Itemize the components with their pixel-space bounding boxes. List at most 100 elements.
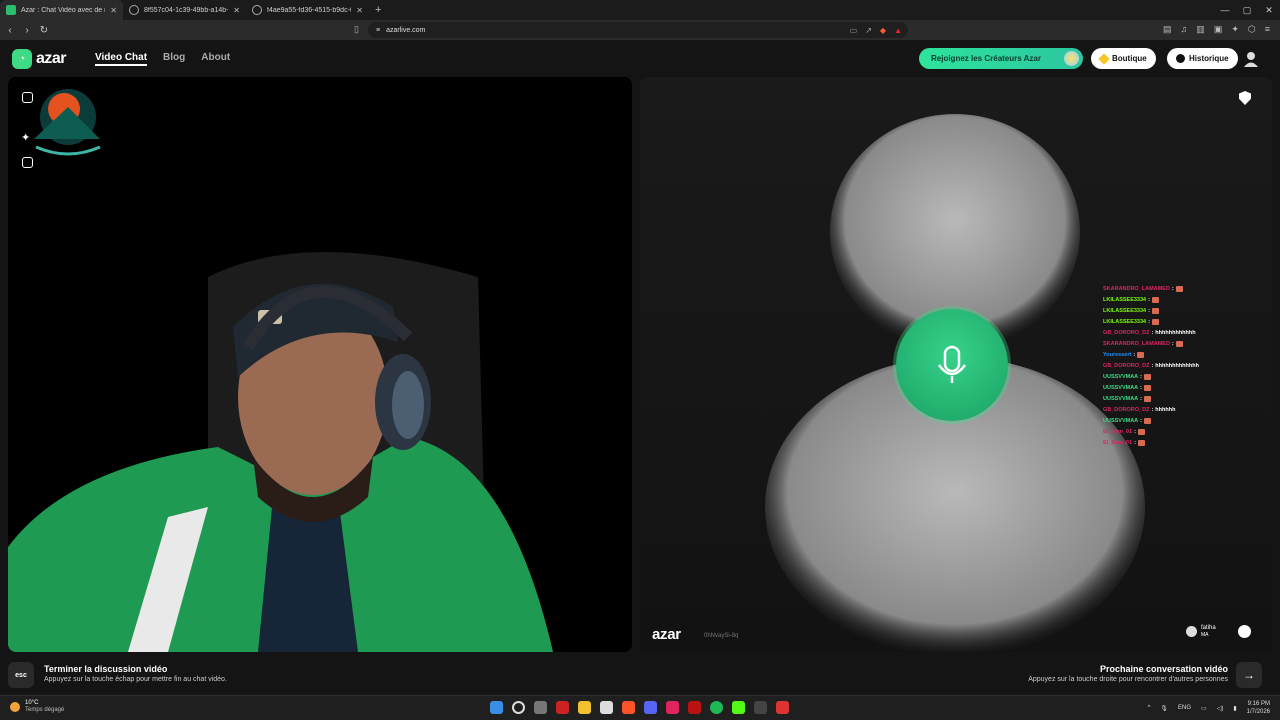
maximize-icon[interactable]: ▢ bbox=[1236, 5, 1258, 16]
shop-button[interactable]: Boutique bbox=[1091, 48, 1156, 69]
app-icon[interactable] bbox=[666, 701, 679, 714]
peer-info[interactable]: fatiha MA bbox=[1186, 625, 1216, 638]
browser-tab[interactable]: f4ae9a55-fd36-4515-b9dc-0f1f0a65 ✕ bbox=[246, 0, 369, 20]
app-icon[interactable] bbox=[754, 701, 767, 714]
nav-about[interactable]: About bbox=[201, 52, 230, 66]
controls-bar: esc Terminer la discussion vidéo Appuyez… bbox=[0, 652, 1280, 695]
system-tray: ^ 🎙 ENG ▭ ◁) ▮ 9:16 PM 1/7/2026 bbox=[1148, 700, 1270, 716]
close-window-icon[interactable]: ✕ bbox=[1258, 5, 1280, 16]
clock[interactable]: 9:16 PM 1/7/2026 bbox=[1247, 700, 1270, 716]
reload-icon[interactable]: ↻ bbox=[37, 25, 51, 36]
tab-title: f4ae9a55-fd36-4515-b9dc-0f1f0a65 bbox=[267, 6, 351, 14]
app-icon[interactable] bbox=[688, 701, 701, 714]
chat-username: El_Sam_01 bbox=[1103, 428, 1133, 435]
address-bar[interactable]: ≡ azarlive.com ▭ ↗ ◆ ▲ bbox=[368, 22, 908, 38]
share-icon[interactable]: ↗ bbox=[865, 26, 872, 35]
emote-icon bbox=[1175, 285, 1183, 292]
url-text: azarlive.com bbox=[386, 26, 426, 34]
file-explorer-icon[interactable] bbox=[578, 701, 591, 714]
discord-icon[interactable] bbox=[644, 701, 657, 714]
creators-badge-icon bbox=[1064, 51, 1079, 66]
chat-message: UUSSVVMAA: bbox=[1103, 371, 1253, 382]
task-view-icon[interactable] bbox=[534, 701, 547, 714]
tray-chevron-icon[interactable]: ^ bbox=[1148, 705, 1151, 711]
nav-video-chat[interactable]: Video Chat bbox=[95, 52, 148, 66]
chat-username: GB_DORORO_DZ bbox=[1103, 329, 1150, 336]
nav-blog[interactable]: Blog bbox=[163, 52, 185, 66]
weather-widget[interactable]: 10°C Temps dégagé bbox=[10, 700, 64, 714]
play-icon[interactable] bbox=[732, 701, 745, 714]
search-icon[interactable] bbox=[512, 701, 525, 714]
profile-icon[interactable] bbox=[1242, 50, 1260, 68]
chat-message: Youressert: bbox=[1103, 349, 1253, 360]
vpn-icon[interactable]: ⬡ bbox=[1248, 24, 1256, 35]
azar-watermark: azar bbox=[652, 626, 681, 643]
end-chat-button[interactable]: esc bbox=[8, 662, 34, 688]
expand-icon[interactable] bbox=[22, 92, 33, 103]
temperature: 10°C bbox=[25, 700, 39, 706]
chat-text: hhhhhhhhhhhh bbox=[1155, 329, 1196, 336]
end-chat-hint: Appuyez sur la touche échap pour mettre … bbox=[44, 676, 227, 683]
chat-username: LKILASSEE3334 bbox=[1103, 296, 1147, 303]
network-icon[interactable]: ▭ bbox=[1201, 705, 1207, 712]
chat-username: UUSSVVMAA bbox=[1103, 395, 1139, 402]
spotify-icon[interactable] bbox=[710, 701, 723, 714]
next-chat-hint: Appuyez sur la touche droite pour rencon… bbox=[1028, 676, 1228, 683]
chat-username: GB_DORORO_DZ bbox=[1103, 362, 1150, 369]
minimize-icon[interactable]: — bbox=[1214, 5, 1236, 15]
music-icon[interactable]: ♫ bbox=[1181, 24, 1188, 35]
ai-icon[interactable]: ✦ bbox=[1231, 24, 1239, 35]
panel-icon[interactable]: ▥ bbox=[1196, 24, 1205, 35]
tab-title: Azar : Chat Vidéo avec de no bbox=[21, 6, 106, 14]
shop-label: Boutique bbox=[1112, 54, 1147, 63]
browser-toolbar: ‹ › ↻ ▯ ≡ azarlive.com ▭ ↗ ◆ ▲ ▤ ♫ ▥ ▣ ✦… bbox=[0, 20, 1280, 40]
taskbar-apps bbox=[490, 701, 789, 714]
store-icon[interactable] bbox=[600, 701, 613, 714]
forward-icon[interactable]: › bbox=[20, 25, 34, 36]
chat-bubble-icon[interactable] bbox=[1238, 625, 1251, 638]
end-chat-title: Terminer la discussion vidéo bbox=[44, 664, 168, 674]
microphone-button[interactable] bbox=[896, 309, 1008, 421]
sidebar-icon[interactable]: ▤ bbox=[1163, 24, 1172, 35]
history-button[interactable]: Historique bbox=[1167, 48, 1238, 69]
back-icon[interactable]: ‹ bbox=[3, 25, 17, 36]
new-tab-button[interactable]: + bbox=[369, 4, 387, 16]
menu-icon[interactable]: ≡ bbox=[1265, 24, 1270, 35]
browser-tab[interactable]: 8f557c04-1c39-49bb-a14b-3cadf17 ✕ bbox=[123, 0, 246, 20]
chat-message: LKILASSEE3334: bbox=[1103, 305, 1253, 316]
chat-separator: : bbox=[1171, 340, 1174, 347]
cast-icon[interactable]: ▭ bbox=[850, 26, 858, 35]
language[interactable]: ENG bbox=[1178, 705, 1191, 711]
sparkle-filter-icon[interactable]: ✦ bbox=[21, 131, 30, 144]
brave-icon[interactable] bbox=[622, 701, 635, 714]
azar-logo[interactable]: ◔ azar bbox=[12, 49, 67, 69]
browser-tab[interactable]: Azar : Chat Vidéo avec de no ✕ bbox=[0, 0, 123, 20]
brave-shield-icon[interactable]: ◆ bbox=[880, 26, 886, 35]
join-creators-button[interactable]: Rejoignez les Créateurs Azar bbox=[919, 48, 1083, 69]
next-chat-button[interactable]: → bbox=[1236, 662, 1262, 688]
chat-username: SKARANDRO_LAMAMED bbox=[1103, 340, 1170, 347]
face-filter-icon[interactable] bbox=[22, 157, 33, 168]
bookmark-icon[interactable]: ▯ bbox=[354, 24, 359, 35]
site-info-icon[interactable]: ≡ bbox=[376, 27, 380, 34]
close-tab-icon[interactable]: ✕ bbox=[233, 6, 240, 15]
camera-feed bbox=[8, 77, 632, 652]
windows-start-icon[interactable] bbox=[490, 701, 503, 714]
chat-separator: : bbox=[1148, 296, 1150, 303]
close-tab-icon[interactable]: ✕ bbox=[356, 6, 363, 15]
battery-icon[interactable]: ▮ bbox=[1233, 705, 1236, 712]
volume-icon[interactable]: ◁) bbox=[1217, 705, 1224, 712]
microphone-icon bbox=[937, 345, 967, 383]
date: 1/7/2026 bbox=[1246, 709, 1270, 715]
wallet-icon[interactable]: ▣ bbox=[1214, 24, 1223, 35]
mic-tray-icon[interactable]: 🎙 bbox=[1160, 705, 1168, 712]
chat-separator: : bbox=[1134, 428, 1136, 435]
app-icon[interactable] bbox=[556, 701, 569, 714]
close-tab-icon[interactable]: ✕ bbox=[110, 6, 117, 15]
taskbar: 10°C Temps dégagé ^ 🎙 ENG ▭ ◁) ▮ 9:16 PM… bbox=[0, 695, 1280, 720]
peer-country: MA bbox=[1201, 632, 1209, 638]
app-icon[interactable] bbox=[776, 701, 789, 714]
azar-logo-icon: ◔ bbox=[12, 49, 32, 69]
globe-icon bbox=[252, 5, 262, 15]
rewards-icon[interactable]: ▲ bbox=[894, 26, 902, 35]
